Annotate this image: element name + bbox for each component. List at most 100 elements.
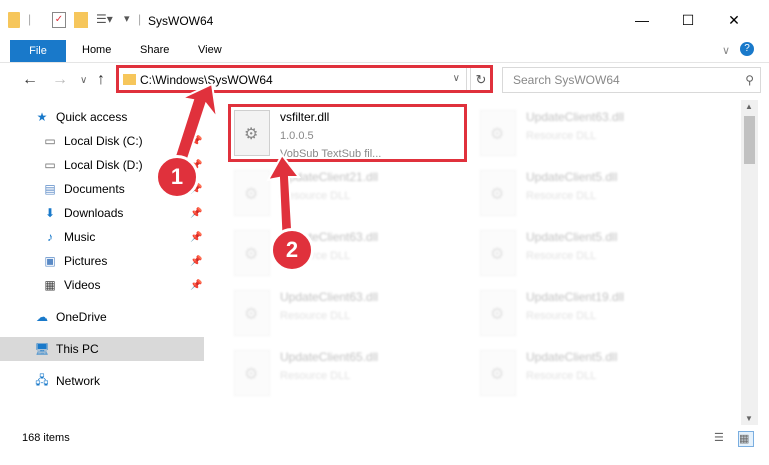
download-icon: ⬇ — [44, 206, 56, 220]
file-name: UpdateClient63.dll — [526, 110, 625, 124]
dll-file-icon: ⚙ — [480, 230, 516, 276]
tab-file[interactable]: File — [10, 40, 66, 62]
gear-icon: ⚙ — [244, 246, 259, 263]
dll-file-icon: ⚙ — [480, 290, 516, 336]
details-view-icon[interactable]: ☰ — [714, 431, 728, 445]
gear-icon: ⚙ — [244, 366, 259, 383]
sidebar-item-label: Music — [64, 230, 96, 244]
separator: | — [28, 12, 32, 26]
back-arrow-icon[interactable]: ← — [22, 71, 38, 89]
drive-icon: ▭ — [44, 158, 56, 172]
scrollbar-thumb[interactable] — [744, 116, 755, 164]
expand-ribbon-icon[interactable]: ∨ — [722, 44, 730, 57]
sidebar-item-this-pc[interactable]: 🖥 This PC — [0, 337, 204, 361]
file-type: Resource DLL — [280, 190, 351, 202]
dll-file-icon: ⚙ — [234, 350, 270, 396]
network-icon: 🖧 — [35, 372, 49, 387]
search-placeholder: Search SysWOW64 — [513, 73, 620, 87]
file-type: Resource DLL — [526, 310, 597, 322]
forward-arrow-icon[interactable]: → — [52, 71, 68, 89]
file-item[interactable]: ⚙ UpdateClient19.dll Resource DLL — [480, 286, 720, 342]
file-name: UpdateClient5.dll — [526, 350, 618, 364]
title-bar: | ✓ ☰▾ ▾ | SysWOW64 — ☐ ✕ — [0, 0, 769, 40]
recent-locations-icon[interactable]: ∨ — [80, 75, 87, 86]
tab-share[interactable]: Share — [140, 44, 169, 56]
file-item[interactable]: ⚙ UpdateClient5.dll Resource DLL — [480, 346, 720, 402]
large-icons-view-icon[interactable]: ▦ — [738, 431, 754, 447]
callout-2: 2 — [270, 228, 314, 272]
file-version: 1.0.0.5 — [280, 130, 314, 142]
tab-home[interactable]: Home — [82, 44, 111, 56]
new-folder-icon[interactable] — [74, 12, 88, 28]
computer-icon: 🖥 — [34, 342, 50, 356]
maximize-button[interactable]: ☐ — [665, 0, 711, 40]
gear-icon: ⚙ — [244, 186, 259, 203]
file-item[interactable]: ⚙ UpdateClient63.dll Resource DLL — [480, 106, 720, 162]
star-icon: ★ — [36, 110, 48, 124]
sidebar-item-quick-access[interactable]: ★ Quick access — [0, 105, 204, 129]
sidebar-item-label: Videos — [64, 278, 101, 292]
sidebar-item-label: OneDrive — [56, 310, 107, 324]
file-item[interactable]: ⚙ UpdateClient63.dll Resource DLL — [234, 286, 474, 342]
minimize-button[interactable]: — — [619, 0, 665, 40]
pin-icon: 📌 — [190, 279, 203, 291]
up-arrow-icon[interactable]: ↑ — [97, 71, 105, 89]
navigation-pane: ★ Quick access ▭ Local Disk (C:) 📌 ▭ Loc… — [0, 100, 204, 425]
file-item[interactable]: ⚙ UpdateClient21.dll Resource DLL — [234, 166, 474, 222]
scroll-up-icon[interactable]: ▲ — [745, 102, 753, 111]
video-icon: ▦ — [44, 278, 56, 292]
sidebar-item-music[interactable]: ♪ Music 📌 — [0, 225, 204, 249]
customize-toolbar-icon[interactable]: ☰▾ — [96, 12, 113, 28]
folder-icon — [8, 12, 20, 28]
pictures-icon: ▣ — [44, 254, 56, 268]
vertical-scrollbar[interactable]: ▲ ▼ — [741, 100, 758, 425]
sidebar-item-downloads[interactable]: ⬇ Downloads 📌 — [0, 201, 204, 225]
sidebar-item-network[interactable]: 🖧 Network — [0, 369, 204, 393]
cloud-icon: ☁ — [36, 310, 48, 324]
close-button[interactable]: ✕ — [711, 0, 757, 40]
file-item[interactable]: ⚙ UpdateClient5.dll Resource DLL — [480, 166, 720, 222]
sidebar-item-onedrive[interactable]: ☁ OneDrive — [0, 305, 204, 329]
search-icon: ⚲ — [745, 73, 754, 87]
file-name: UpdateClient19.dll — [526, 290, 625, 304]
chevron-down-icon[interactable]: ∨ — [453, 73, 460, 84]
pin-icon: 📌 — [190, 135, 203, 147]
sidebar-item-label: Network — [56, 374, 101, 388]
chevron-down-icon[interactable]: ▾ — [124, 12, 130, 28]
sidebar-item-pictures[interactable]: ▣ Pictures 📌 — [0, 249, 204, 273]
scroll-down-icon[interactable]: ▼ — [745, 414, 753, 423]
pin-icon: 📌 — [190, 231, 203, 243]
file-item[interactable]: ⚙ UpdateClient5.dll Resource DLL — [480, 226, 720, 282]
dll-file-icon: ⚙ — [234, 230, 270, 276]
sidebar-item-videos[interactable]: ▦ Videos 📌 — [0, 273, 204, 297]
sidebar-item-label: Pictures — [64, 254, 108, 268]
file-type: Resource DLL — [280, 370, 351, 382]
refresh-button[interactable]: ↻ — [470, 67, 492, 93]
search-input[interactable]: Search SysWOW64 ⚲ — [502, 67, 761, 93]
separator: | — [138, 12, 142, 26]
item-count: 168 items — [22, 432, 70, 444]
sidebar-item-label: Documents — [64, 182, 125, 196]
sidebar-item-local-disk-c[interactable]: ▭ Local Disk (C:) 📌 — [0, 129, 204, 153]
pin-icon: 📌 — [190, 255, 203, 267]
file-name: UpdateClient5.dll — [526, 170, 618, 184]
ribbon: File Home Share View ∨ ? — [0, 40, 769, 63]
file-type: Resource DLL — [280, 310, 351, 322]
dll-file-icon: ⚙ — [234, 110, 270, 156]
file-item[interactable]: ⚙ UpdateClient65.dll Resource DLL — [234, 346, 474, 402]
dll-file-icon: ⚙ — [480, 170, 516, 216]
file-item-vsfilter[interactable]: ⚙ vsfilter.dll 1.0.0.5 VobSub TextSub fi… — [234, 106, 474, 162]
sidebar-item-label: Quick access — [56, 110, 128, 124]
gear-icon: ⚙ — [490, 366, 505, 383]
documents-icon: ▤ — [44, 182, 56, 196]
tab-view[interactable]: View — [198, 44, 222, 56]
window-title: SysWOW64 — [148, 14, 214, 28]
gear-icon: ⚙ — [244, 126, 259, 143]
properties-icon[interactable]: ✓ — [52, 12, 66, 28]
file-name: vsfilter.dll — [280, 110, 330, 124]
file-name: UpdateClient63.dll — [280, 290, 379, 304]
sidebar-item-label: This PC — [56, 342, 99, 356]
file-type: Resource DLL — [526, 130, 597, 142]
address-bar[interactable]: C:\Windows\SysWOW64 ∨ — [117, 67, 467, 93]
help-icon[interactable]: ? — [740, 42, 754, 56]
